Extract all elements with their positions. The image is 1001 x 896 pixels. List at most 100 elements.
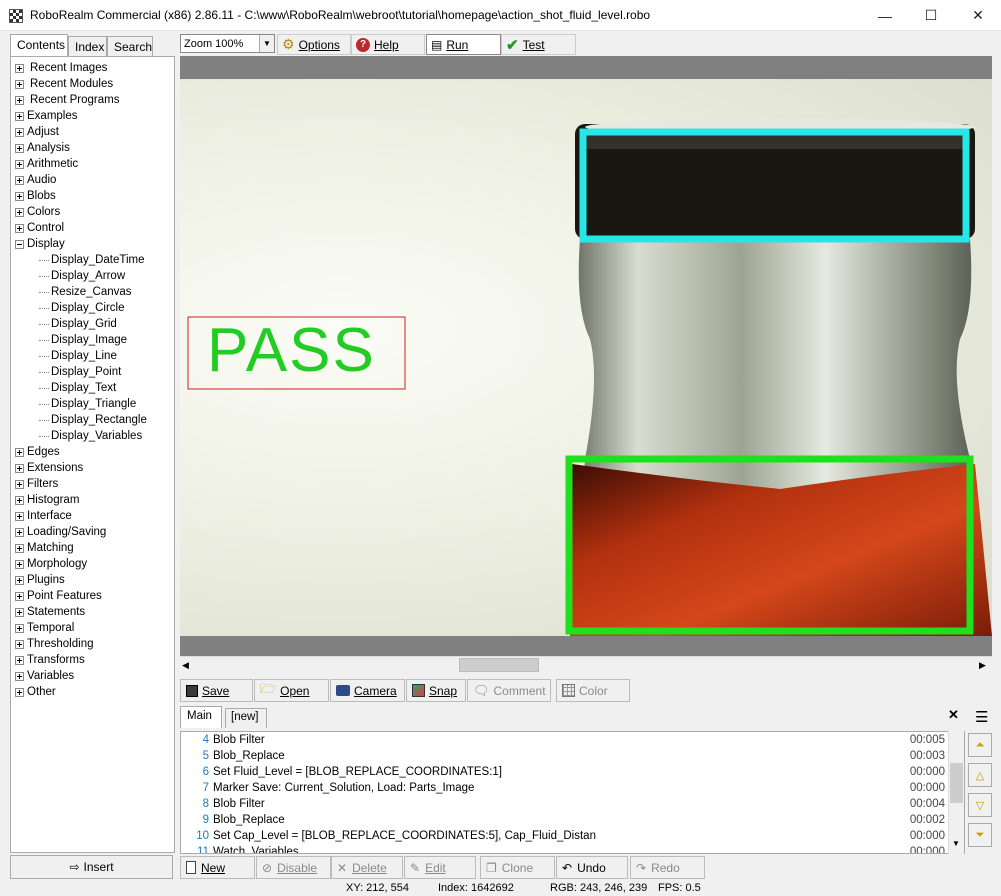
tree-item[interactable]: Colors [15, 204, 60, 220]
snap-button[interactable]: Snap [406, 679, 466, 702]
tree-item[interactable]: Statements [15, 604, 85, 620]
expand-icon[interactable] [15, 543, 24, 553]
expand-icon[interactable] [15, 463, 24, 473]
zoom-select[interactable]: Zoom 100% ▼ [180, 34, 275, 53]
scroll-thumb[interactable] [459, 658, 539, 672]
expand-icon[interactable] [15, 447, 24, 457]
expand-icon[interactable] [15, 479, 24, 489]
open-button[interactable]: 🗁 Open [254, 679, 329, 702]
expand-icon[interactable] [15, 79, 24, 89]
expand-icon[interactable] [15, 639, 24, 649]
expand-icon[interactable] [15, 95, 24, 105]
scroll-down-icon[interactable]: ▼ [952, 839, 960, 848]
tree-item[interactable]: Display_Point [39, 364, 121, 380]
tree-item[interactable]: Display_Triangle [39, 396, 136, 412]
move-bottom-button[interactable]: ⏷ [968, 823, 992, 847]
new-button[interactable]: New [180, 856, 255, 879]
tab-contents[interactable]: Contents [10, 34, 68, 57]
horizontal-scrollbar[interactable]: ◀ ▶ [180, 656, 992, 673]
tab-main[interactable]: Main [180, 706, 222, 728]
tree-item[interactable]: Display [15, 236, 65, 252]
expand-icon[interactable] [15, 495, 24, 505]
expand-icon[interactable] [15, 159, 24, 169]
tree-item[interactable]: Control [15, 220, 64, 236]
program-row[interactable]: 9 Blob_Replace 00:002 [181, 814, 945, 830]
tree-item[interactable]: Matching [15, 540, 74, 556]
tree-item[interactable]: Interface [15, 508, 72, 524]
tree-item[interactable]: Display_DateTime [39, 252, 145, 268]
tree-item[interactable]: Edges [15, 444, 60, 460]
vscroll-thumb[interactable] [950, 763, 963, 803]
expand-icon[interactable] [15, 143, 24, 153]
tree-item[interactable]: Plugins [15, 572, 65, 588]
delete-button[interactable]: ✕ Delete [331, 856, 403, 879]
module-tree[interactable]: Recent Images Recent Modules Recent Progra… [10, 56, 175, 853]
program-row[interactable]: 4 Blob Filter 00:005 [181, 734, 945, 750]
program-row[interactable]: 11 Watch_Variables 00:000 [181, 846, 945, 853]
expand-icon[interactable] [15, 63, 24, 73]
camera-button[interactable]: Camera [330, 679, 405, 702]
expand-icon[interactable] [15, 671, 24, 681]
menu-icon[interactable]: ☰ [975, 708, 988, 726]
tree-item[interactable]: Display_Grid [39, 316, 117, 332]
tree-item[interactable]: Display_Image [39, 332, 127, 348]
tab-search[interactable]: Search [107, 36, 153, 56]
expand-icon[interactable] [15, 527, 24, 537]
chevron-down-icon[interactable]: ▼ [259, 35, 274, 52]
help-button[interactable]: ? Help [351, 34, 425, 55]
tree-item[interactable]: Histogram [15, 492, 79, 508]
program-row[interactable]: 6 Set Fluid_Level = [BLOB_REPLACE_COORDIN… [181, 766, 945, 782]
program-list[interactable]: 4 Blob Filter 00:005 5 Blob_Replace 00:003 6 Se… [180, 731, 965, 854]
test-button[interactable]: ✔ Test [501, 34, 576, 55]
move-up-button[interactable]: △ [968, 763, 992, 787]
tree-item[interactable]: Variables [15, 668, 74, 684]
tree-item[interactable]: Other [15, 684, 56, 700]
options-button[interactable]: ⚙ Options [277, 34, 351, 55]
expand-icon[interactable] [15, 223, 24, 233]
undo-button[interactable]: ↶ Undo [556, 856, 628, 879]
expand-icon[interactable] [15, 623, 24, 633]
move-down-button[interactable]: ▽ [968, 793, 992, 817]
tree-item[interactable]: Thresholding [15, 636, 93, 652]
edit-button[interactable]: ✎ Edit [404, 856, 476, 879]
clone-button[interactable]: ❐ Clone [480, 856, 555, 879]
tree-item[interactable]: Recent Modules [15, 76, 113, 92]
camera-image[interactable]: PASS [180, 79, 992, 636]
collapse-icon[interactable] [15, 239, 24, 249]
expand-icon[interactable] [15, 191, 24, 201]
tree-item[interactable]: Display_Arrow [39, 268, 125, 284]
tree-item[interactable]: Temporal [15, 620, 74, 636]
scroll-left-icon[interactable]: ◀ [182, 660, 189, 671]
save-button[interactable]: Save [180, 679, 253, 702]
tree-item[interactable]: Morphology [15, 556, 87, 572]
program-row[interactable]: 5 Blob_Replace 00:003 [181, 750, 945, 766]
close-tab-icon[interactable]: ✕ [948, 707, 959, 723]
tree-item[interactable]: Audio [15, 172, 56, 188]
run-button[interactable]: ▤ Run [426, 34, 501, 55]
maximize-button[interactable]: ☐ [908, 0, 954, 31]
expand-icon[interactable] [15, 175, 24, 185]
expand-icon[interactable] [15, 575, 24, 585]
tree-item[interactable]: Display_Circle [39, 300, 125, 316]
scroll-right-icon[interactable]: ▶ [979, 660, 986, 671]
tab-index[interactable]: Index [68, 36, 107, 56]
tree-item[interactable]: Display_Rectangle [39, 412, 147, 428]
expand-icon[interactable] [15, 687, 24, 697]
close-button[interactable]: ✕ [955, 0, 1001, 31]
tree-item[interactable]: Recent Images [15, 60, 107, 76]
tree-item[interactable]: Display_Text [39, 380, 116, 396]
tree-item[interactable]: Arithmetic [15, 156, 78, 172]
expand-icon[interactable] [15, 591, 24, 601]
vertical-scrollbar[interactable]: ▼ [948, 731, 964, 854]
move-top-button[interactable]: ⏶ [968, 733, 992, 757]
expand-icon[interactable] [15, 607, 24, 617]
redo-button[interactable]: ↷ Redo [630, 856, 705, 879]
tab-new[interactable]: [new] [225, 708, 267, 728]
expand-icon[interactable] [15, 655, 24, 665]
tree-item[interactable]: Filters [15, 476, 58, 492]
tree-item[interactable]: Display_Line [39, 348, 117, 364]
expand-icon[interactable] [15, 511, 24, 521]
tree-item[interactable]: Analysis [15, 140, 70, 156]
tree-item[interactable]: Display_Variables [39, 428, 142, 444]
expand-icon[interactable] [15, 559, 24, 569]
